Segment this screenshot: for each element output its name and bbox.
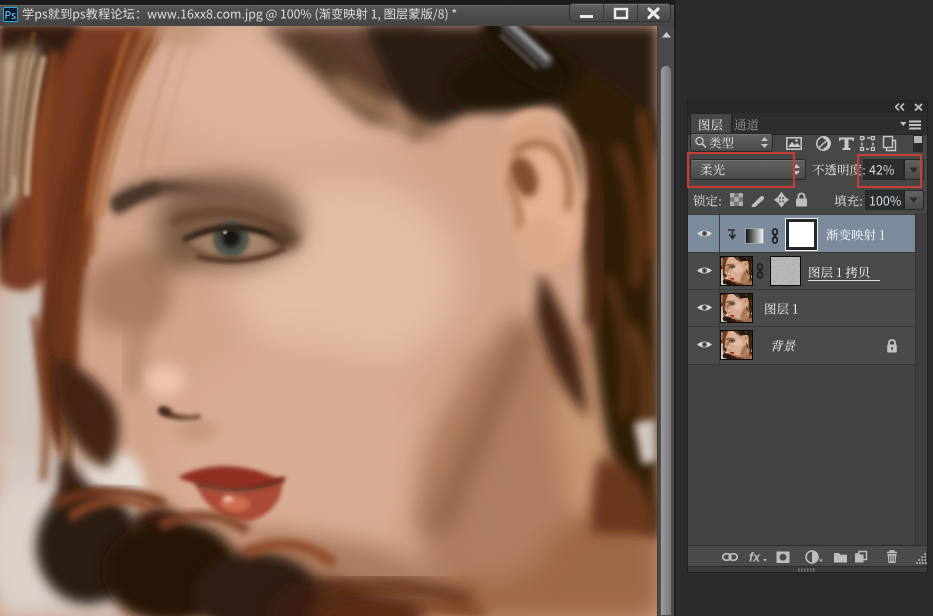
svg-text:fx: fx (749, 551, 761, 565)
